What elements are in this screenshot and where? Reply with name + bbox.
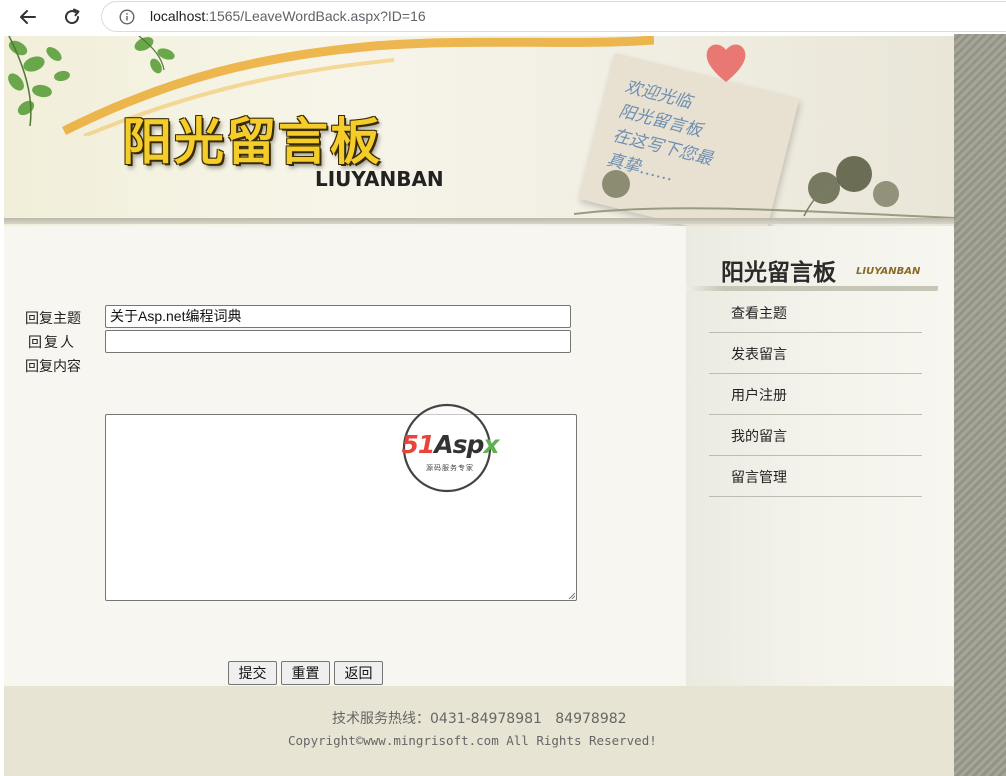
sidebar-title: 阳光留言板	[721, 259, 836, 286]
watermark-brand-c: x	[483, 430, 499, 459]
sidebar-item-label: 查看主题	[731, 306, 787, 322]
reload-icon	[65, 8, 80, 25]
reload-button[interactable]	[59, 5, 85, 29]
sidebar-title-underline	[686, 286, 938, 291]
browser-toolbar: localhost:1565/LeaveWordBack.aspx?ID=16	[0, 0, 1006, 34]
footer-hotline: 技术服务热线：0431-84978981 84978982	[332, 711, 627, 727]
replier-input[interactable]	[105, 330, 571, 353]
site-footer: 技术服务热线：0431-84978981 84978982 Copyright©…	[4, 686, 954, 776]
back-link-button[interactable]: 返回	[334, 661, 383, 685]
sidebar-item-label: 发表留言	[731, 347, 787, 363]
sidebar-item-label: 留言管理	[731, 470, 787, 486]
sidebar-item-register[interactable]: 用户注册	[709, 374, 922, 415]
sidebar-item-post-message[interactable]: 发表留言	[709, 333, 922, 374]
sidebar-item-my-messages[interactable]: 我的留言	[709, 415, 922, 456]
sidebar-item-view-topics[interactable]: 查看主题	[709, 292, 922, 333]
banner-subtitle: LIUYANBAN	[315, 167, 444, 191]
resize-grip-icon[interactable]	[567, 591, 576, 600]
info-icon[interactable]	[119, 9, 135, 25]
site-banner: 欢迎光临 阳光留言板 在这写下您最 真挚…… 阳光留言板 LIUYANBAN	[4, 36, 954, 226]
back-button[interactable]	[15, 5, 41, 29]
reset-button[interactable]: 重置	[281, 661, 330, 685]
subject-input[interactable]: 关于Asp.net编程词典	[105, 305, 571, 328]
heart-icon	[706, 44, 746, 82]
subject-label: 回复主题	[25, 311, 81, 327]
sidebar-item-manage[interactable]: 留言管理	[709, 456, 922, 497]
watermark-tagline: 源码服务专家	[426, 464, 474, 472]
sidebar-subtitle: LIUYANBAN	[856, 266, 921, 277]
seeds-icon	[574, 156, 954, 219]
footer-copyright: Copyright©www.mingrisoft.com All Rights …	[288, 733, 657, 748]
submit-button[interactable]: 提交	[228, 661, 277, 685]
address-bar[interactable]: localhost:1565/LeaveWordBack.aspx?ID=16	[101, 1, 1006, 32]
url-text[interactable]: localhost:1565/LeaveWordBack.aspx?ID=16	[150, 8, 426, 24]
sidebar-item-label: 我的留言	[731, 429, 787, 445]
banner-title: 阳光留言板	[122, 112, 382, 171]
banner-divider	[4, 218, 954, 224]
sidebar-item-label: 用户注册	[731, 388, 787, 404]
replier-label: 回复人	[28, 335, 76, 351]
watermark-logo: 51Aspx 源码服务专家	[387, 402, 513, 494]
content-label: 回复内容	[25, 359, 81, 375]
url-path: :1565/LeaveWordBack.aspx?ID=16	[205, 8, 426, 24]
url-host: localhost	[150, 8, 206, 24]
page-side-stripe	[954, 34, 1006, 776]
arrow-left-icon	[20, 10, 36, 24]
watermark-brand-b: Asp	[434, 430, 484, 459]
watermark-brand-a: 51	[401, 430, 435, 459]
watermark-brand: 51Aspx	[387, 430, 513, 459]
guestbook-site: 欢迎光临 阳光留言板 在这写下您最 真挚…… 阳光留言板 LIUYANBAN 回…	[4, 36, 954, 776]
